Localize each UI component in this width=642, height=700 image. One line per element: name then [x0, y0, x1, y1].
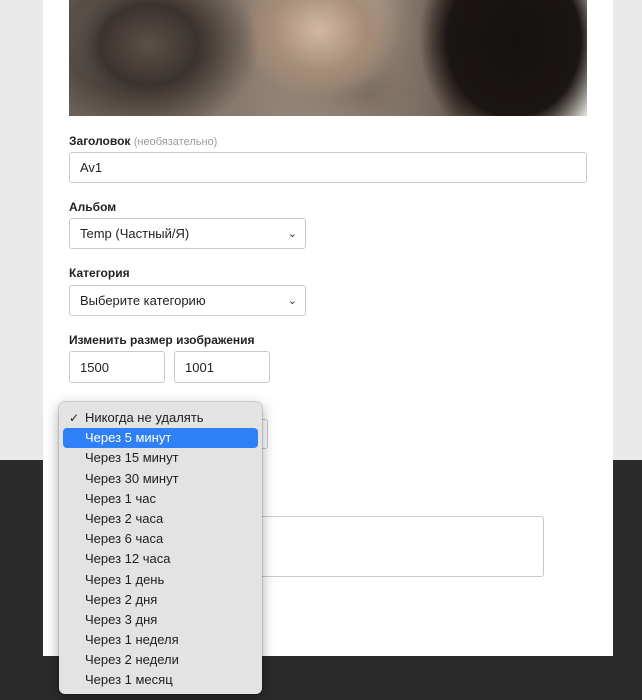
dropdown-option[interactable]: Через 12 часа [63, 549, 258, 569]
resize-label: Изменить размер изображения [69, 333, 255, 347]
dropdown-option-label: Через 12 часа [85, 551, 171, 567]
dropdown-option[interactable]: Через 2 недели [63, 650, 258, 670]
resize-width-input[interactable]: 1500 [69, 351, 165, 383]
dropdown-option[interactable]: Через 5 минут [63, 428, 258, 449]
resize-height-input[interactable]: 1001 [174, 351, 270, 383]
category-label: Категория [69, 266, 130, 280]
dropdown-option[interactable]: Через 1 час [63, 489, 258, 509]
album-select-value: Temp (Частный/Я) [80, 226, 190, 241]
dropdown-option-label: Через 3 дня [85, 611, 158, 627]
image-preview [69, 0, 587, 116]
dropdown-option[interactable]: Через 3 дня [63, 610, 258, 630]
dropdown-option-label: Через 2 недели [85, 652, 179, 668]
dropdown-option-label: Через 15 минут [85, 450, 179, 466]
description-textarea[interactable] [240, 516, 544, 577]
dropdown-option[interactable]: Через 2 часа [63, 509, 258, 529]
category-select[interactable]: Выберите категорию ⌄ [69, 285, 306, 316]
resize-height-value: 1001 [185, 359, 214, 375]
dropdown-option[interactable]: Через 15 минут [63, 448, 258, 468]
dropdown-option[interactable]: Через 1 месяц [63, 670, 258, 690]
dropdown-option-label: Через 2 дня [85, 591, 158, 607]
dropdown-option-label: Через 6 часа [85, 531, 164, 547]
dropdown-option-label: Через 1 месяц [85, 672, 173, 688]
title-label: Заголовок (необязательно) [69, 134, 218, 148]
dropdown-option-label: Через 2 часа [85, 510, 164, 526]
resize-width-value: 1500 [80, 359, 109, 375]
chevron-down-icon: ⌄ [287, 295, 297, 307]
chevron-down-icon: ⌄ [287, 228, 297, 240]
title-input-value: Av1 [80, 160, 103, 175]
dropdown-option[interactable]: Через 2 дня [63, 590, 258, 610]
dropdown-option-label: Через 30 минут [85, 470, 179, 486]
dropdown-option[interactable]: Через 1 день [63, 570, 258, 590]
dropdown-option-label: Никогда не удалять [85, 410, 204, 425]
optional-hint: (необязательно) [133, 136, 218, 148]
title-input[interactable]: Av1 [69, 152, 587, 183]
dropdown-option-label: Через 1 день [85, 571, 165, 587]
dropdown-option[interactable]: Через 30 минут [63, 469, 258, 489]
album-label: Альбом [69, 200, 117, 214]
album-select[interactable]: Temp (Частный/Я) ⌄ [69, 218, 306, 249]
dropdown-option-label: Через 1 час [85, 490, 156, 506]
dropdown-option[interactable]: ✓ Никогда не удалять [63, 408, 258, 428]
dropdown-option[interactable]: Через 1 неделя [63, 630, 258, 650]
checkmark-icon: ✓ [69, 411, 80, 425]
category-select-value: Выберите категорию [80, 293, 206, 308]
dropdown-option-label: Через 5 минут [85, 430, 172, 446]
dropdown-option[interactable]: Через 6 часа [63, 529, 258, 549]
delete-after-dropdown-menu: ✓ Никогда не удалять Через 5 минут Через 15… [59, 402, 262, 694]
dropdown-option-label: Через 1 неделя [85, 632, 179, 648]
